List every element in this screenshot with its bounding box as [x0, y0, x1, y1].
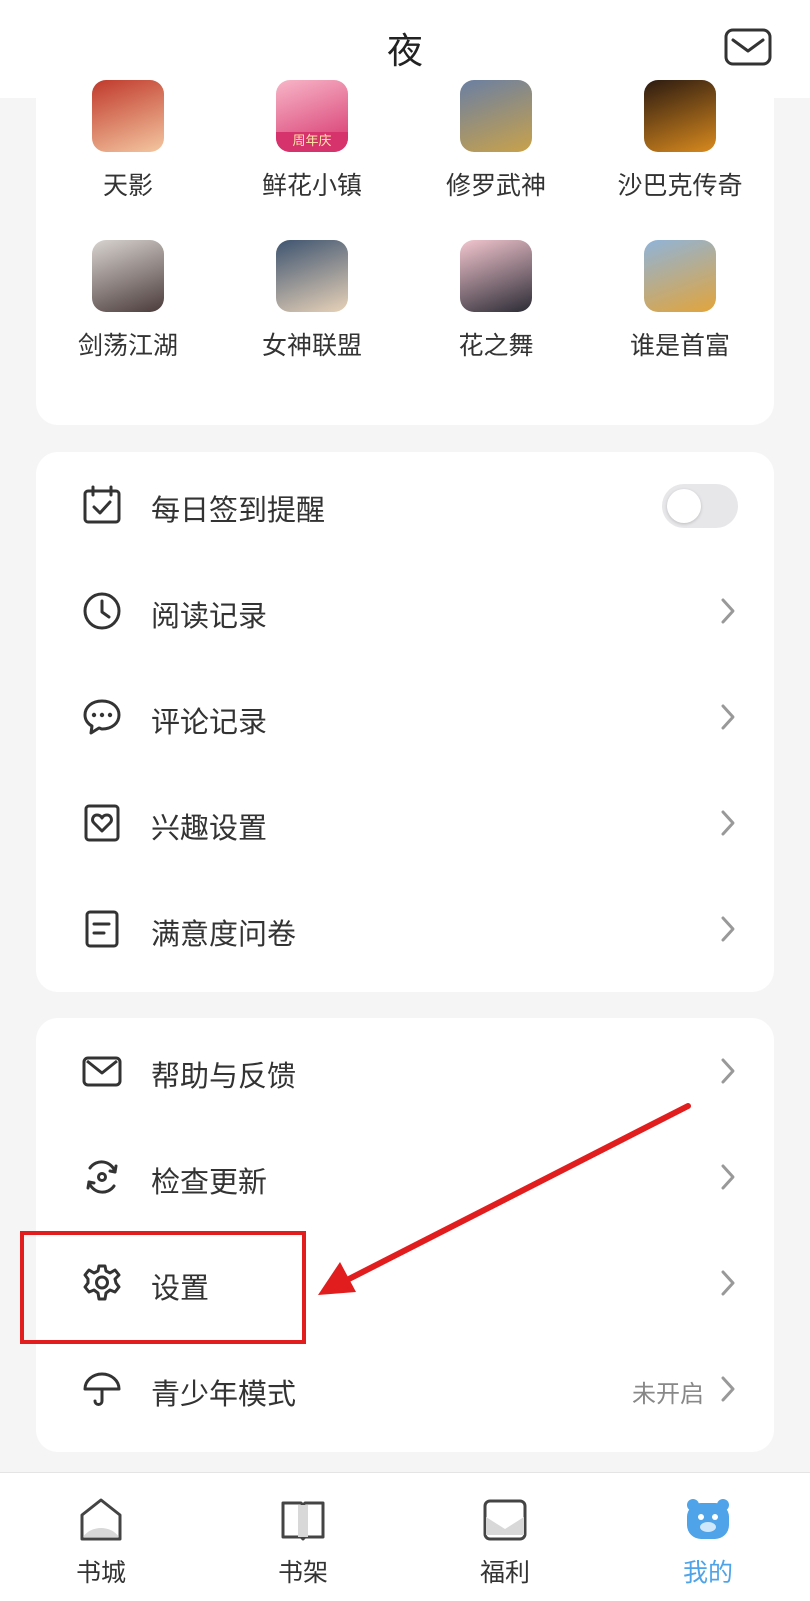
- chevron-right-icon: [721, 598, 735, 624]
- menu-item-label: 青少年模式: [151, 1377, 297, 1411]
- menu-item-label: 检查更新: [151, 1165, 268, 1199]
- game-xiuluo-icon: [460, 80, 532, 152]
- menu-item-label: 每日签到提醒: [151, 493, 326, 527]
- tab-label: 福利: [479, 1558, 530, 1587]
- toggle-knob: [667, 489, 701, 523]
- menu-item-interest-settings[interactable]: 兴趣设置: [36, 770, 774, 876]
- game-jiandang-icon: [92, 240, 164, 312]
- checkin-reminder-toggle[interactable]: [662, 484, 738, 528]
- menu-item-label: 评论记录: [151, 705, 268, 739]
- game-label: 天影: [102, 171, 153, 200]
- chevron-right-icon: [721, 1376, 735, 1402]
- menu-item-satisfaction-survey[interactable]: 满意度问卷: [36, 876, 774, 982]
- refresh-icon: [86, 1160, 118, 1194]
- game-badge: 周年庆: [276, 132, 348, 152]
- home-icon: [80, 1498, 122, 1541]
- game-nvshen-icon: [276, 240, 348, 312]
- bottom-tab-bar: 书城 书架 福利 我的: [0, 1472, 810, 1601]
- game-label: 鲜花小镇: [261, 171, 362, 200]
- mail-button[interactable]: [724, 28, 772, 66]
- envelope-icon: [724, 28, 772, 66]
- game-label: 谁是首富: [629, 331, 730, 360]
- tab-bookstore[interactable]: 书城: [36, 1473, 166, 1601]
- tab-bookshelf[interactable]: 书架: [238, 1473, 368, 1601]
- chevron-right-icon: [721, 1270, 735, 1296]
- menu-item-label: 满意度问卷: [151, 917, 297, 951]
- mail-icon: [82, 1056, 122, 1087]
- chevron-right-icon: [721, 704, 735, 730]
- page-title: 夜: [386, 31, 423, 72]
- book-icon: [281, 1501, 325, 1541]
- menu-card-personal: 每日签到提醒 阅读记录 评论记录 兴趣设置 满意度问卷: [36, 452, 774, 992]
- document-icon: [85, 910, 119, 948]
- chevron-right-icon: [721, 810, 735, 836]
- game-shouful-icon: [644, 240, 716, 312]
- chevron-right-icon: [721, 1164, 735, 1190]
- calendar-check-icon: [83, 485, 121, 524]
- menu-item-comment-history[interactable]: 评论记录: [36, 664, 774, 770]
- umbrella-icon: [83, 1372, 121, 1406]
- game-tianying-icon: [92, 80, 164, 152]
- chevron-right-icon: [721, 1058, 735, 1084]
- game-huazhiwu-icon: [460, 240, 532, 312]
- chat-bubble-icon: [83, 699, 121, 735]
- game-label: 花之舞: [458, 331, 534, 360]
- game-xianhua-icon: 周年庆: [276, 80, 348, 152]
- chevron-right-icon: [721, 916, 735, 942]
- menu-item-daily-checkin-reminder: 每日签到提醒: [36, 452, 774, 558]
- annotation-highlight-box: [20, 1231, 306, 1344]
- heart-box-icon: [84, 804, 120, 842]
- menu-item-help-feedback[interactable]: 帮助与反馈: [36, 1018, 774, 1124]
- menu-item-label: 兴趣设置: [151, 811, 268, 845]
- tab-label: 书架: [277, 1558, 328, 1587]
- game-label: 修罗武神: [445, 171, 546, 200]
- game-label: 女神联盟: [261, 331, 362, 360]
- game-label: 沙巴克传奇: [617, 171, 743, 200]
- menu-item-label: 帮助与反馈: [151, 1059, 297, 1093]
- game-recommendations-card: 天影 周年庆 鲜花小镇 修罗武神 沙巴克传奇 剑荡江湖 女神联盟 花之舞 谁是首…: [36, 80, 774, 425]
- menu-item-check-update[interactable]: 检查更新: [36, 1124, 774, 1230]
- menu-item-label: 阅读记录: [151, 599, 268, 633]
- clock-icon: [83, 592, 121, 630]
- tab-label: 我的: [682, 1558, 733, 1587]
- tab-label: 书城: [75, 1558, 126, 1587]
- bear-icon: [687, 1499, 729, 1539]
- game-shabake-icon: [644, 80, 716, 152]
- tab-mine[interactable]: 我的: [643, 1473, 773, 1601]
- game-label: 剑荡江湖: [77, 331, 178, 360]
- tab-welfare[interactable]: 福利: [440, 1473, 570, 1601]
- teen-mode-status: 未开启: [632, 1380, 704, 1408]
- gift-icon: [483, 1499, 527, 1541]
- menu-item-teen-mode[interactable]: 青少年模式 未开启: [36, 1336, 774, 1442]
- menu-item-reading-history[interactable]: 阅读记录: [36, 558, 774, 664]
